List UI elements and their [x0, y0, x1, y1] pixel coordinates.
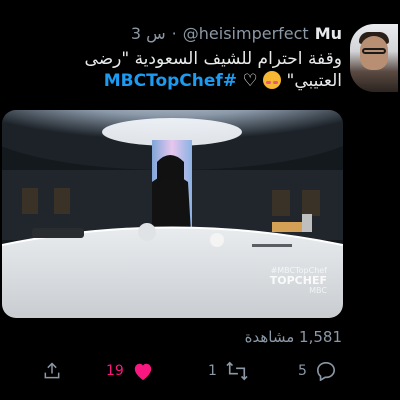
timestamp[interactable]: 3 س	[131, 24, 166, 43]
retweet-icon	[225, 361, 249, 381]
share-icon	[42, 361, 62, 381]
author-handle[interactable]: @heisimperfect	[183, 24, 309, 43]
action-bar: 19 1 5	[0, 356, 400, 386]
tweet-text-line2-text: العتيبي"	[286, 71, 342, 91]
avatar[interactable]	[350, 24, 398, 92]
tweet-text: وقفة احترام للشيف السعودية "رضى العتيبي"…	[42, 48, 342, 92]
share-button[interactable]	[42, 356, 62, 386]
video-watermark: #MBCTopChef TOPCHEF MBC	[270, 266, 327, 296]
white-heart-icon: ♡	[242, 71, 258, 91]
reply-icon	[315, 361, 337, 381]
hashtag-link[interactable]: #MBCTopChef	[104, 71, 237, 91]
reply-button[interactable]: 5	[298, 356, 337, 386]
reply-count: 5	[298, 363, 307, 379]
tweet: Mu @heisimperfect · 3 س وقفة احترام للشي…	[0, 0, 400, 400]
watermark-sub: MBC	[309, 286, 327, 295]
separator: ·	[171, 23, 177, 43]
author-name[interactable]: Mu	[315, 24, 342, 43]
video-media[interactable]: #MBCTopChef TOPCHEF MBC	[2, 110, 343, 318]
view-count[interactable]: 1,581 مشاهدة	[245, 328, 342, 346]
tweet-text-line1: وقفة احترام للشيف السعودية "رضى	[84, 49, 342, 69]
watermark-brand: TOPCHEF	[269, 274, 327, 287]
heart-icon	[132, 361, 154, 381]
like-count: 19	[106, 363, 124, 379]
retweet-button[interactable]: 1	[208, 356, 249, 386]
like-button[interactable]: 19	[106, 356, 154, 386]
tweet-header: Mu @heisimperfect · 3 س	[131, 22, 342, 44]
smiling-face-with-hearts-icon	[263, 71, 282, 89]
retweet-count: 1	[208, 363, 217, 379]
tweet-text-line2: العتيبي" ♡ #MBCTopChef	[42, 70, 342, 92]
